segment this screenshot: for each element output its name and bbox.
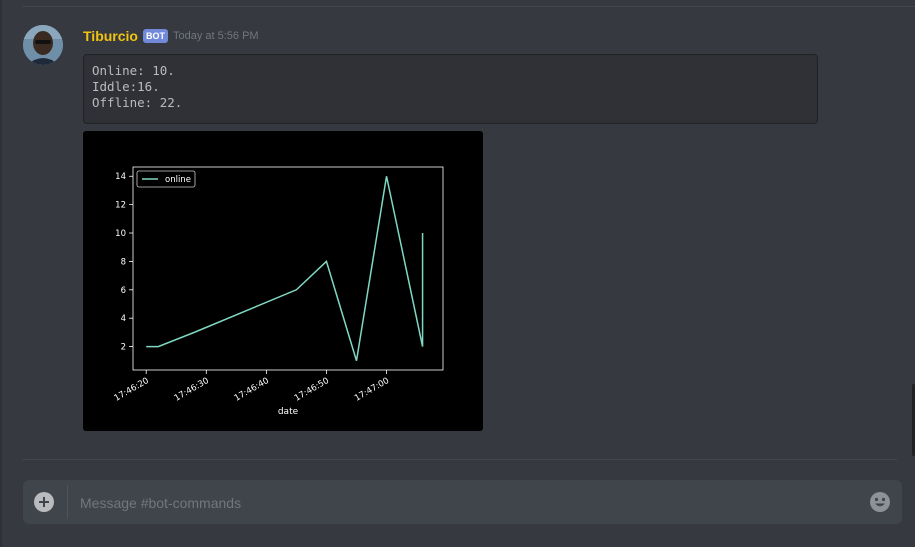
x-tick-label: 17:46:30 xyxy=(173,376,211,404)
x-tick-label: 17:46:40 xyxy=(233,376,271,404)
plot-frame xyxy=(132,166,444,371)
bot-badge: BOT xyxy=(142,29,168,43)
x-tick-label: 17:46:50 xyxy=(293,376,331,404)
y-tick-label: 4 xyxy=(121,314,126,324)
x-tick-label: 17:46:20 xyxy=(113,376,151,404)
composer-divider xyxy=(67,485,68,519)
legend-label: online xyxy=(165,175,191,185)
avatar-image xyxy=(23,25,63,65)
message-header: Tiburcio BOT Today at 5:56 PM xyxy=(83,27,259,45)
left-edge xyxy=(0,0,2,547)
y-tick-label: 14 xyxy=(115,172,126,182)
x-axis-label: date xyxy=(278,407,299,417)
code-line: Online: 10. xyxy=(92,63,175,78)
code-line: Offline: 22. xyxy=(92,95,183,110)
bottom-divider xyxy=(22,459,897,460)
chart-image[interactable]: 2 4 6 8 10 12 14 17:46:20 17:46:30 17:46:40 17:46:… xyxy=(83,131,483,431)
code-block: Online: 10. Iddle:16. Offline: 22. xyxy=(83,54,818,124)
series-line-online xyxy=(146,176,424,361)
avatar[interactable] xyxy=(23,25,63,65)
y-tick-label: 8 xyxy=(121,257,126,267)
x-tick-label: 17:47:00 xyxy=(353,376,391,404)
timestamp: Today at 5:56 PM xyxy=(172,30,259,42)
y-tick-label: 6 xyxy=(121,286,126,296)
username[interactable]: Tiburcio xyxy=(83,28,138,44)
message-input[interactable] xyxy=(78,480,842,526)
smiley-icon[interactable] xyxy=(869,491,891,513)
y-tick-label: 12 xyxy=(115,201,126,211)
top-divider xyxy=(22,6,915,7)
line-chart: 2 4 6 8 10 12 14 17:46:20 17:46:30 17:46:40 17:46:… xyxy=(113,166,444,417)
y-tick-label: 10 xyxy=(115,229,126,239)
y-tick-label: 2 xyxy=(121,343,126,353)
plus-circle-icon[interactable] xyxy=(34,492,54,512)
code-line: Iddle:16. xyxy=(92,79,160,94)
message-composer xyxy=(23,480,902,526)
